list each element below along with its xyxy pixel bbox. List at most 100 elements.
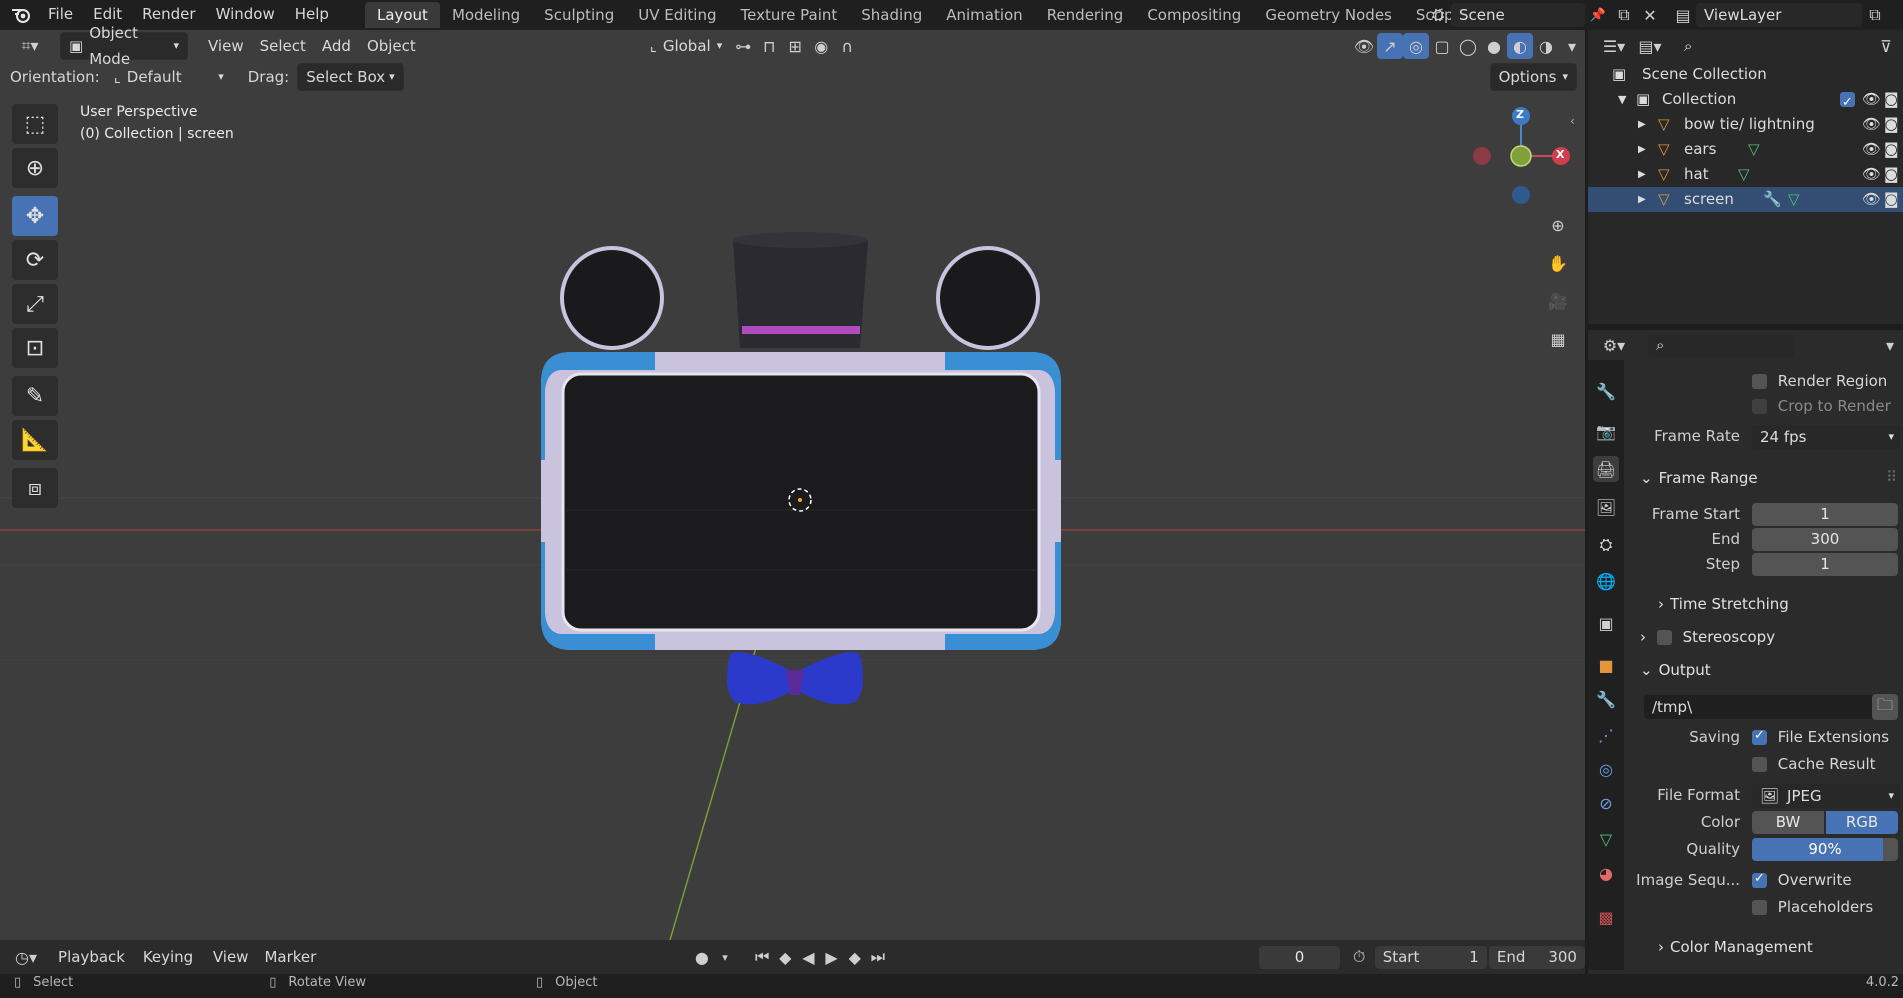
physics-tab-icon[interactable]: ◎ <box>1593 756 1619 782</box>
modifier-tab-icon[interactable]: 🔧 <box>1593 686 1619 712</box>
perspective-grid-icon[interactable]: ▦ <box>1541 322 1575 356</box>
folder-icon[interactable]: 🗀 <box>1872 694 1898 720</box>
transform-orientation-dropdown[interactable]: ⌞ Global ▾ <box>642 33 730 59</box>
menu-timeline-view[interactable]: View <box>205 944 257 970</box>
placeholders-row[interactable]: Placeholders <box>1752 898 1873 916</box>
snap-target-icon[interactable]: ⊞ <box>782 33 808 59</box>
object-tab-icon[interactable]: ■ <box>1593 652 1619 678</box>
overwrite-checkbox[interactable] <box>1752 871 1767 888</box>
editor-type-icon[interactable]: ⌗▾ <box>10 33 50 59</box>
outliner-object-row[interactable]: ▶ ▽ hat ▽ 👁 ◙ <box>1588 162 1903 187</box>
texture-tab-icon[interactable]: ▩ <box>1593 904 1619 930</box>
end-frame-field[interactable]: End 300 <box>1488 945 1585 969</box>
transform-tool[interactable]: ⊡ <box>12 328 58 368</box>
pivot-point-icon[interactable]: ⊶ <box>730 33 756 59</box>
file-extensions-row[interactable]: File Extensions <box>1752 728 1889 746</box>
mesh-data-icon[interactable]: ▽ <box>1788 187 1800 212</box>
camera-render-icon[interactable]: ◙ <box>1884 137 1899 162</box>
view-layer-field[interactable]: ViewLayer <box>1696 3 1862 27</box>
orientation-dropdown[interactable]: ⌞ Default ▾ <box>106 64 232 90</box>
cache-result-checkbox[interactable] <box>1752 757 1767 772</box>
eye-icon[interactable]: 👁 <box>1862 162 1881 187</box>
file-extensions-checkbox[interactable] <box>1752 728 1767 745</box>
tab-modeling[interactable]: Modeling <box>440 2 532 28</box>
next-keyframe-icon[interactable]: ◆ <box>843 944 866 970</box>
drag-dropdown[interactable]: Select Box ▾ <box>297 63 404 91</box>
overwrite-row[interactable]: Overwrite <box>1752 871 1852 889</box>
collection-row[interactable]: ▼ ▣ Collection 👁 ◙ <box>1588 87 1903 115</box>
annotate-tool[interactable]: ✎ <box>12 376 58 416</box>
gizmo-z-label[interactable]: Z <box>1516 108 1524 121</box>
eye-icon[interactable]: 👁 <box>1862 87 1881 112</box>
output-tab-icon[interactable]: 🖨 <box>1593 456 1619 482</box>
frame-range-panel-header[interactable]: ⌄ Frame Range <box>1640 465 1758 491</box>
stopwatch-icon[interactable]: ⏱ <box>1348 944 1371 970</box>
gizmo-toggle-icon[interactable]: ↗ <box>1377 33 1403 59</box>
filter-icon[interactable]: ⊽ <box>1873 33 1899 59</box>
material-shading-icon[interactable]: ◐ <box>1507 33 1533 59</box>
color-rgb-button[interactable]: RGB <box>1826 811 1898 834</box>
prev-keyframe-icon[interactable]: ◆ <box>774 944 797 970</box>
quality-slider[interactable]: 90% <box>1752 838 1898 861</box>
chevron-down-icon[interactable]: ▾ <box>1877 332 1903 358</box>
expand-arrow-icon[interactable]: ▼ <box>1618 87 1626 112</box>
rotate-tool[interactable]: ⟳ <box>12 240 58 280</box>
wrench-icon[interactable]: 🔧 <box>1763 187 1782 212</box>
chevron-down-icon[interactable]: ▾ <box>713 944 736 970</box>
frame-rate-dropdown[interactable]: 24 fps ▾ <box>1752 425 1902 449</box>
menu-file[interactable]: File <box>38 0 83 30</box>
tab-layout[interactable]: Layout <box>364 2 440 28</box>
tab-animation[interactable]: Animation <box>934 2 1034 28</box>
outliner-object-row-selected[interactable]: ▶ ▽ screen 🔧 ▽ 👁 ◙ <box>1588 187 1903 212</box>
expand-arrow-icon[interactable]: ▶ <box>1638 187 1646 212</box>
pan-hand-icon[interactable]: ✋ <box>1541 246 1575 280</box>
view-layer-icon[interactable]: ▤ <box>1670 2 1696 28</box>
snap-icon[interactable]: ⊓ <box>756 33 782 59</box>
new-scene-icon[interactable]: ⧉ <box>1611 2 1637 28</box>
mesh-data-icon[interactable]: ▽ <box>1738 162 1750 187</box>
render-region-checkbox[interactable] <box>1752 374 1767 389</box>
select-box-tool[interactable]: ⬚ <box>12 104 58 144</box>
menu-playback[interactable]: Playback ▾ <box>50 944 135 991</box>
menu-select[interactable]: Select <box>252 33 314 59</box>
jump-end-icon[interactable]: ⏭ <box>866 944 889 970</box>
render-region-row[interactable]: Render Region <box>1752 372 1887 390</box>
wireframe-shading-icon[interactable]: ◯ <box>1455 33 1481 59</box>
stereoscopy-checkbox[interactable] <box>1656 630 1672 645</box>
scene-icon[interactable]: ⛭ <box>1425 2 1451 28</box>
play-reverse-icon[interactable]: ◀ <box>797 944 820 970</box>
camera-render-icon[interactable]: ◙ <box>1884 112 1899 137</box>
camera-render-icon[interactable]: ◙ <box>1884 162 1899 187</box>
output-panel-header[interactable]: ⌄ Output <box>1640 657 1711 683</box>
crop-to-render-checkbox[interactable] <box>1752 399 1767 414</box>
display-mode-icon[interactable]: ▤▾ <box>1632 33 1668 59</box>
menu-window[interactable]: Window <box>206 0 285 30</box>
options-dropdown[interactable]: Options ▾ <box>1489 63 1577 91</box>
sidebar-toggle-icon[interactable]: ‹ <box>1570 114 1575 128</box>
tab-shading[interactable]: Shading <box>849 2 934 28</box>
solid-shading-icon[interactable]: ● <box>1481 33 1507 59</box>
outliner-search-input[interactable]: ⌕ <box>1676 34 1812 58</box>
frame-end-field[interactable]: 300 <box>1752 528 1898 551</box>
start-frame-field[interactable]: Start 1 <box>1374 945 1487 969</box>
mesh-data-icon[interactable]: ▽ <box>1748 137 1760 162</box>
cache-result-row[interactable]: Cache Result <box>1752 755 1876 773</box>
eye-icon[interactable]: 👁 <box>1862 112 1881 137</box>
color-bw-button[interactable]: BW <box>1752 811 1824 834</box>
frame-step-field[interactable]: 1 <box>1752 553 1898 576</box>
tab-uv-editing[interactable]: UV Editing <box>626 2 728 28</box>
play-icon[interactable]: ▶ <box>820 944 843 970</box>
menu-keying[interactable]: Keying ▾ <box>135 944 205 991</box>
move-tool[interactable]: ✥ <box>12 196 58 236</box>
file-format-dropdown[interactable]: 🖼 JPEG ▾ <box>1752 784 1902 808</box>
tab-texture-paint[interactable]: Texture Paint <box>728 2 849 28</box>
overlay-icon[interactable]: ◎ <box>1403 33 1429 59</box>
zoom-icon[interactable]: ⊕ <box>1541 208 1575 242</box>
time-stretching-panel-header[interactable]: › Time Stretching <box>1658 591 1789 617</box>
tab-compositing[interactable]: Compositing <box>1135 2 1253 28</box>
tab-rendering[interactable]: Rendering <box>1035 2 1136 28</box>
pin-icon[interactable]: 📌 <box>1585 2 1611 28</box>
measure-tool[interactable]: 📐 <box>12 420 58 460</box>
outliner-object-row[interactable]: ▶ ▽ ears ▽ 👁 ◙ <box>1588 137 1903 162</box>
expand-arrow-icon[interactable]: ▶ <box>1638 162 1646 187</box>
